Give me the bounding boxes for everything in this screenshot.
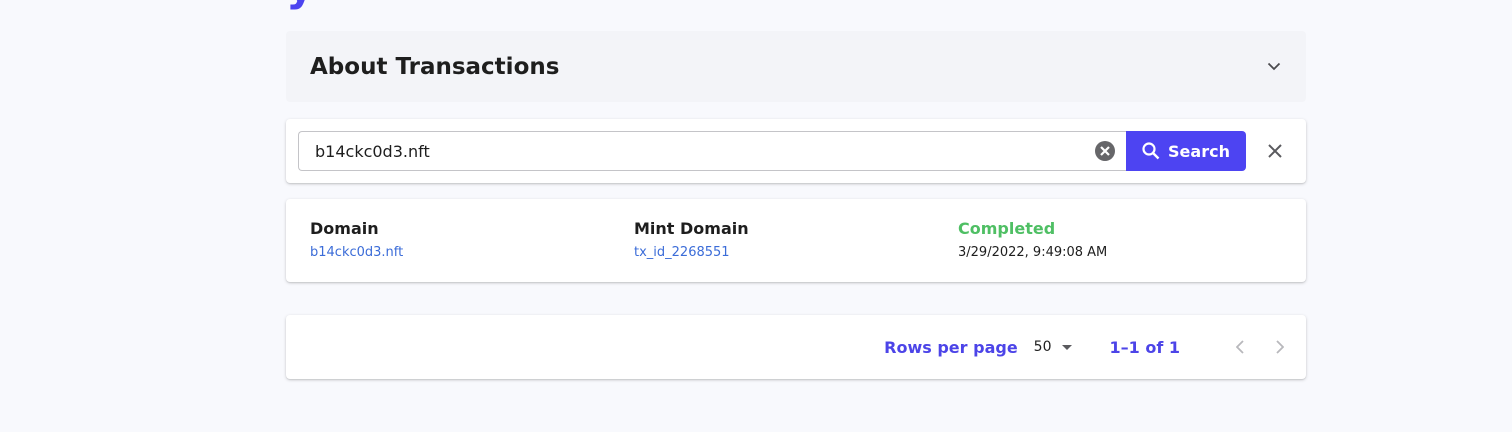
mint-domain-label: Mint Domain: [634, 219, 749, 238]
status-badge: Completed: [958, 219, 1056, 238]
about-transactions-accordion[interactable]: About Transactions: [286, 31, 1306, 102]
search-input[interactable]: [315, 141, 1094, 161]
page-heading-clipped: y: [286, 0, 315, 8]
pagination-bar: Rows per page 50 1–1 of 1: [286, 315, 1306, 379]
search-icon: [1142, 142, 1160, 160]
search-button[interactable]: Search: [1126, 131, 1246, 171]
rows-per-page-select[interactable]: 50: [1034, 339, 1072, 355]
search-field[interactable]: [298, 131, 1126, 171]
close-icon[interactable]: [1266, 142, 1284, 160]
transaction-id-link[interactable]: tx_id_2268551: [634, 245, 730, 260]
about-title: About Transactions: [310, 53, 560, 80]
rows-per-page-label: Rows per page: [884, 337, 1018, 357]
domain-link[interactable]: b14ckc0d3.nft: [310, 245, 403, 260]
search-panel: Search: [286, 119, 1306, 183]
chevron-down-icon[interactable]: [1266, 59, 1282, 75]
status-column: Completed 3/29/2022, 9:49:08 AM: [958, 219, 1282, 262]
transaction-timestamp: 3/29/2022, 9:49:08 AM: [958, 245, 1108, 260]
clear-search-icon[interactable]: [1094, 140, 1116, 162]
domain-label: Domain: [310, 219, 379, 238]
rows-per-page-value: 50: [1033, 339, 1052, 355]
previous-page-icon[interactable]: [1228, 335, 1252, 359]
transaction-card: Domain b14ckc0d3.nft Mint Domain tx_id_2…: [286, 199, 1306, 282]
page-range: 1–1 of 1: [1109, 337, 1181, 357]
search-button-label: Search: [1168, 141, 1230, 161]
mint-domain-column: Mint Domain tx_id_2268551: [634, 219, 958, 262]
next-page-icon[interactable]: [1268, 335, 1292, 359]
domain-column: Domain b14ckc0d3.nft: [310, 219, 634, 262]
caret-down-icon: [1061, 344, 1072, 350]
